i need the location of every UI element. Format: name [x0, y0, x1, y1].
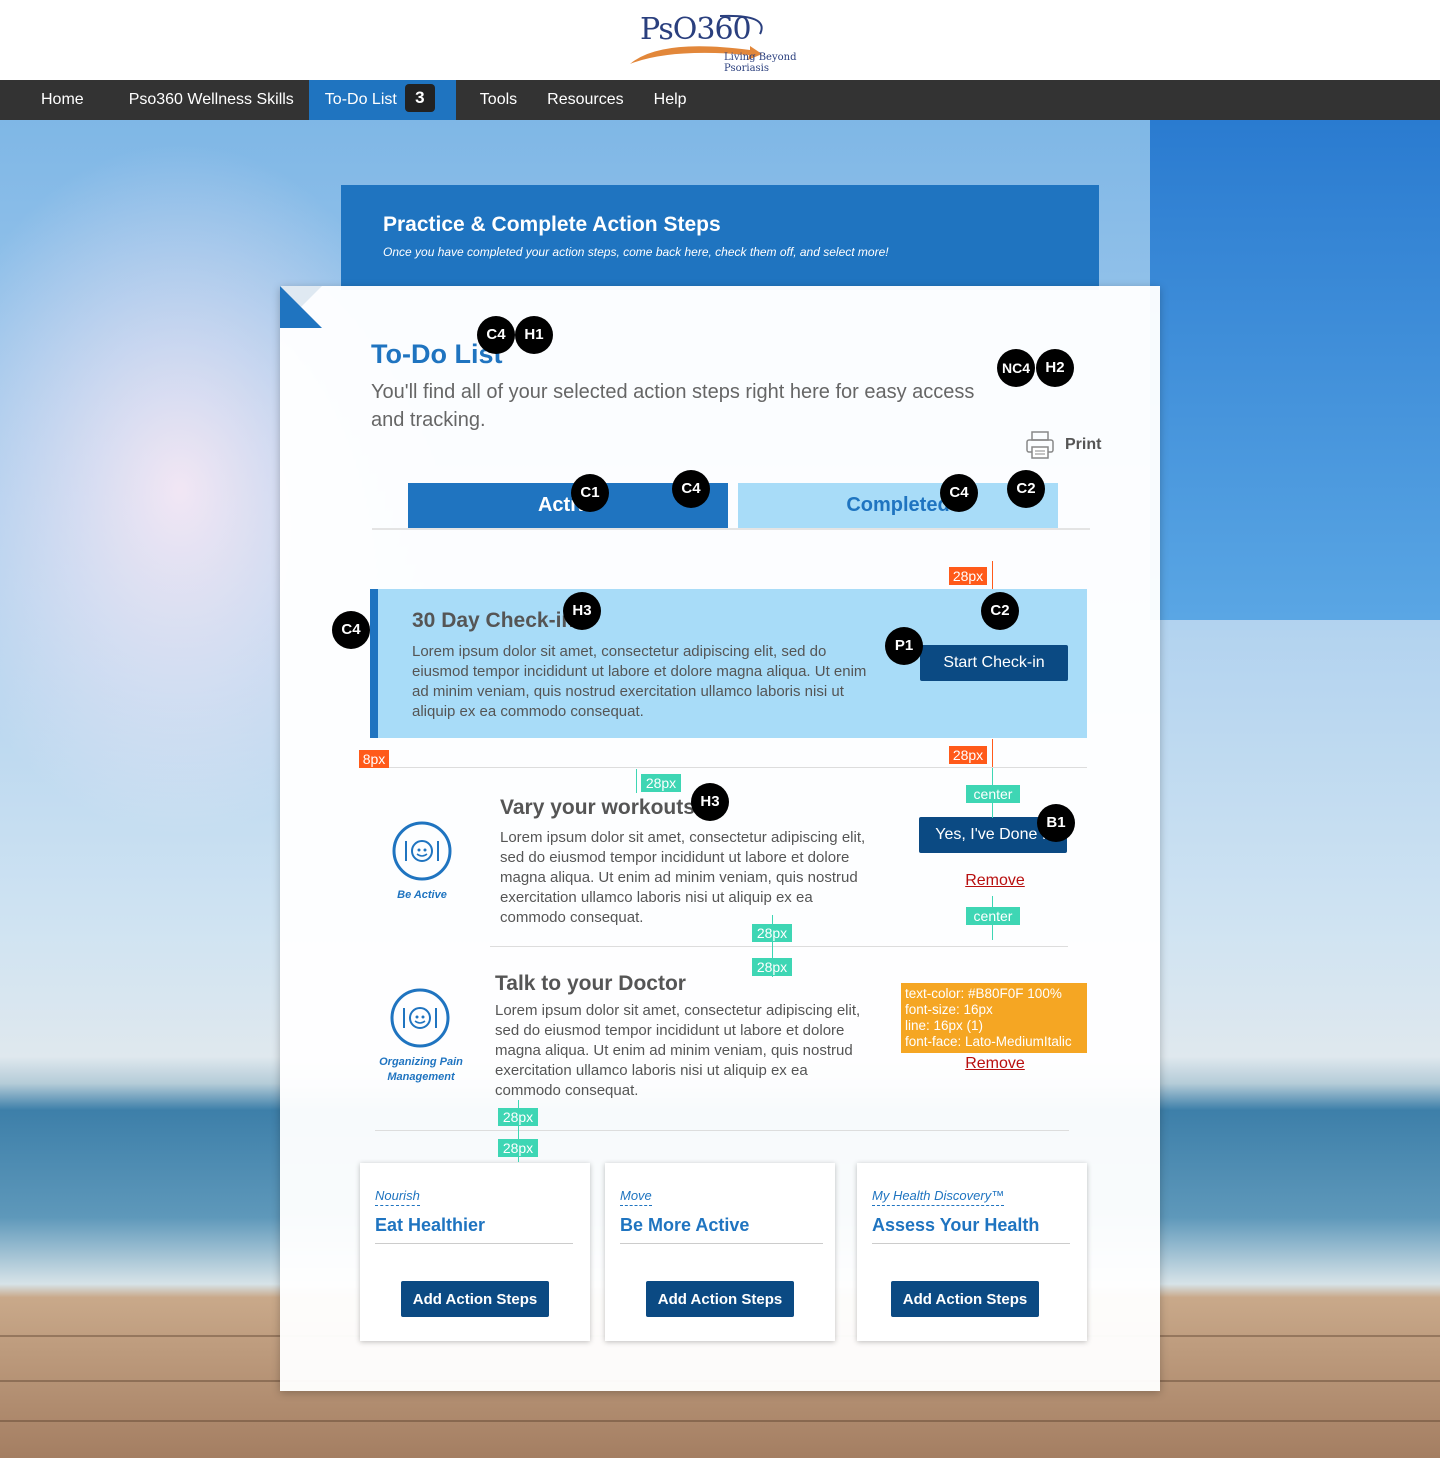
- checkin-panel: 30 Day Check-in Lorem ipsum dolor sit am…: [370, 589, 1087, 738]
- add-action-steps-button[interactable]: Add Action Steps: [646, 1281, 794, 1317]
- annotation-marker: H2: [1036, 349, 1074, 387]
- add-card-nourish: Nourish Eat Healthier Add Action Steps: [360, 1163, 590, 1341]
- site-header: PsO360 Living Beyond Psoriasis: [0, 0, 1440, 80]
- nav-resources[interactable]: Resources: [547, 80, 653, 120]
- item-title: Vary your workouts: [500, 796, 695, 819]
- add-card-title: Be More Active: [620, 1215, 750, 1235]
- add-card-title: Assess Your Health: [872, 1215, 1040, 1235]
- add-card-rule: [872, 1243, 1070, 1244]
- spacing-guide: [636, 769, 637, 793]
- main-nav: Home Pso360 Wellness Skills To-Do List 3 …: [0, 80, 1440, 120]
- checkin-body: Lorem ipsum dolor sit amet, consectetur …: [412, 643, 867, 720]
- annotation-marker: H1: [515, 316, 553, 354]
- annotation-marker: C4: [332, 611, 370, 649]
- add-card-move: Move Be More Active Add Action Steps: [605, 1163, 835, 1341]
- tabs-divider: [372, 528, 1090, 530]
- add-action-steps-button[interactable]: Add Action Steps: [401, 1281, 549, 1317]
- checkin-title: 30 Day Check-in: [412, 609, 575, 632]
- pso360-logo[interactable]: PsO360 Living Beyond Psoriasis: [620, 8, 810, 74]
- corner-fold: [280, 286, 322, 328]
- spacing-guide: [992, 561, 993, 589]
- spacing-label: 28px: [752, 924, 792, 942]
- add-card-rule: [620, 1243, 823, 1244]
- annotation-marker: B1: [1037, 804, 1075, 842]
- annotation-marker: C4: [940, 474, 978, 512]
- nav-wellness-skills[interactable]: Pso360 Wellness Skills: [129, 80, 309, 120]
- action-steps-banner: Practice & Complete Action Steps Once yo…: [341, 185, 1099, 290]
- spacing-label: 28px: [949, 746, 987, 764]
- banner-subtitle: Once you have completed your action step…: [383, 245, 889, 259]
- page-subtitle: You'll find all of your selected action …: [371, 381, 975, 431]
- logo-wordmark: PsO360: [640, 12, 752, 47]
- annotation-marker: C2: [981, 592, 1019, 630]
- spacing-label: 28px: [752, 958, 792, 976]
- nav-help[interactable]: Help: [654, 80, 703, 120]
- spacing-label: 28px: [949, 567, 987, 585]
- annotation-marker: C1: [571, 474, 609, 512]
- annotation-marker: H3: [691, 783, 729, 821]
- item-separator: [375, 1130, 1069, 1131]
- add-card-title: Eat Healthier: [375, 1215, 486, 1235]
- remove-link[interactable]: Remove: [940, 1055, 1050, 1073]
- annotation-marker: H3: [563, 592, 601, 630]
- spacing-label: 28px: [498, 1139, 538, 1157]
- nav-home[interactable]: Home: [0, 80, 129, 120]
- spacing-label: 28px: [498, 1108, 538, 1126]
- banner-title: Practice & Complete Action Steps: [383, 213, 721, 236]
- add-action-steps-button[interactable]: Add Action Steps: [891, 1281, 1039, 1317]
- add-card-health-discovery: My Health Discovery™ Assess Your Health …: [857, 1163, 1087, 1341]
- spec-line: font-face: Lato-MediumItalic: [905, 1034, 1072, 1049]
- spec-line: line: 16px (1): [905, 1018, 984, 1033]
- add-card-rule: [375, 1243, 573, 1244]
- add-card-category: Move: [620, 1188, 652, 1206]
- item-body: Lorem ipsum dolor sit amet, consectetur …: [500, 829, 866, 926]
- todo-count-badge: 3: [404, 83, 435, 112]
- annotation-marker: C4: [672, 470, 710, 508]
- remove-link[interactable]: Remove: [940, 872, 1050, 890]
- printer-icon: [1026, 431, 1054, 459]
- nav-todo-list[interactable]: To-Do List 3: [308, 80, 456, 120]
- spacing-label: 8px: [359, 750, 389, 768]
- annotation-marker: C4: [477, 316, 515, 354]
- item-category: Organizing Pain Management: [379, 1056, 463, 1083]
- spacing-label: center: [966, 785, 1020, 803]
- add-card-category: My Health Discovery™: [872, 1188, 1005, 1206]
- item-category: Be Active: [397, 889, 447, 901]
- start-checkin-button[interactable]: Start Check-in: [920, 645, 1068, 681]
- item-title: Talk to your Doctor: [495, 972, 686, 995]
- spacing-guide: [992, 739, 993, 767]
- annotation-marker: NC4: [997, 349, 1035, 387]
- todo-card: To-Do List You'll find all of your selec…: [280, 286, 1160, 1391]
- nav-todo-label: To-Do List: [324, 91, 397, 108]
- print-button[interactable]: Print: [1025, 431, 1101, 459]
- nav-tools[interactable]: Tools: [456, 80, 547, 120]
- print-label: Print: [1065, 436, 1102, 453]
- plate-icon: [392, 821, 452, 881]
- spec-line: font-size: 16px: [905, 1002, 993, 1017]
- spacing-label: center: [966, 907, 1020, 925]
- annotation-marker: P1: [885, 627, 923, 665]
- checkin-separator: [370, 767, 1087, 768]
- add-card-category: Nourish: [375, 1188, 420, 1206]
- annotation-marker: C2: [1007, 470, 1045, 508]
- item-separator: [490, 946, 1068, 947]
- item-body: Lorem ipsum dolor sit amet, consectetur …: [495, 1002, 861, 1099]
- spacing-label: 28px: [641, 774, 681, 792]
- spec-line: text-color: #B80F0F 100%: [905, 986, 1062, 1001]
- logo-tagline: Living Beyond Psoriasis: [724, 52, 797, 74]
- plate-icon: [390, 988, 450, 1048]
- style-spec-note: text-color: #B80F0F 100% font-size: 16px…: [901, 983, 1087, 1053]
